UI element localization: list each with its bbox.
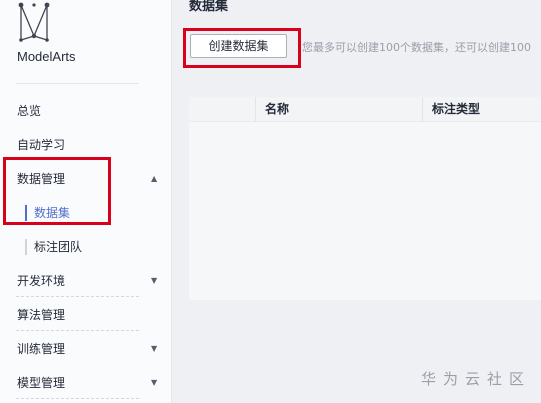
- chevron-down-icon: ▼: [151, 276, 158, 285]
- active-indicator: [25, 205, 27, 221]
- sidebar-item-label: 训练管理: [17, 342, 66, 356]
- chevron-down-icon: ▼: [151, 378, 158, 387]
- sidebar-item-label: 算法管理: [17, 308, 66, 322]
- column-divider: [422, 97, 423, 122]
- sidebar-item-label: 总览: [17, 104, 42, 118]
- divider: [16, 83, 139, 84]
- divider: [16, 330, 139, 331]
- sidebar-item-label: 数据集: [34, 206, 71, 220]
- sidebar-item-labeling-team[interactable]: 标注团队: [0, 232, 171, 262]
- sidebar-item-label: 标注团队: [34, 240, 83, 254]
- quota-hint: 您最多可以创建100个数据集，还可以创建100: [302, 41, 531, 54]
- sidebar-item-label: 自动学习: [17, 138, 66, 152]
- sidebar-item-model-management[interactable]: 模型管理 ▼: [0, 368, 171, 398]
- divider: [16, 398, 139, 399]
- column-divider: [255, 97, 256, 122]
- sidebar-item-label: 数据管理: [17, 172, 66, 186]
- dataset-table: 名称 标注类型: [189, 97, 541, 300]
- watermark: 华为云社区: [421, 370, 532, 388]
- sidebar-item-dev-environment[interactable]: 开发环境 ▼: [0, 266, 171, 296]
- sidebar-item-label: 开发环境: [17, 274, 66, 288]
- sidebar-item-auto-learning[interactable]: 自动学习: [0, 130, 171, 160]
- modelarts-logo-icon: [18, 2, 50, 42]
- create-dataset-button[interactable]: 创建数据集: [190, 34, 287, 58]
- sidebar-item-algorithm-management[interactable]: 算法管理: [0, 300, 171, 330]
- sidebar: ModelArts 总览 自动学习 数据管理 ▲ 数据集 标注团队 开发环境 ▼…: [0, 0, 172, 403]
- sidebar-item-datasets[interactable]: 数据集: [0, 198, 171, 228]
- chevron-down-icon: ▼: [151, 344, 158, 353]
- page-title: 数据集: [189, 0, 229, 14]
- sub-indicator: [25, 239, 27, 255]
- column-header-name[interactable]: 名称: [265, 97, 289, 122]
- table-header: 名称 标注类型: [189, 97, 541, 122]
- sidebar-item-label: 模型管理: [17, 376, 66, 390]
- chevron-up-icon: ▲: [151, 174, 158, 183]
- sidebar-item-overview[interactable]: 总览: [0, 96, 171, 126]
- column-header-label-type[interactable]: 标注类型: [432, 97, 480, 122]
- divider: [16, 296, 139, 297]
- sidebar-item-training-management[interactable]: 训练管理 ▼: [0, 334, 171, 364]
- sidebar-item-data-management[interactable]: 数据管理 ▲: [0, 164, 171, 194]
- brand-name: ModelArts: [17, 49, 76, 64]
